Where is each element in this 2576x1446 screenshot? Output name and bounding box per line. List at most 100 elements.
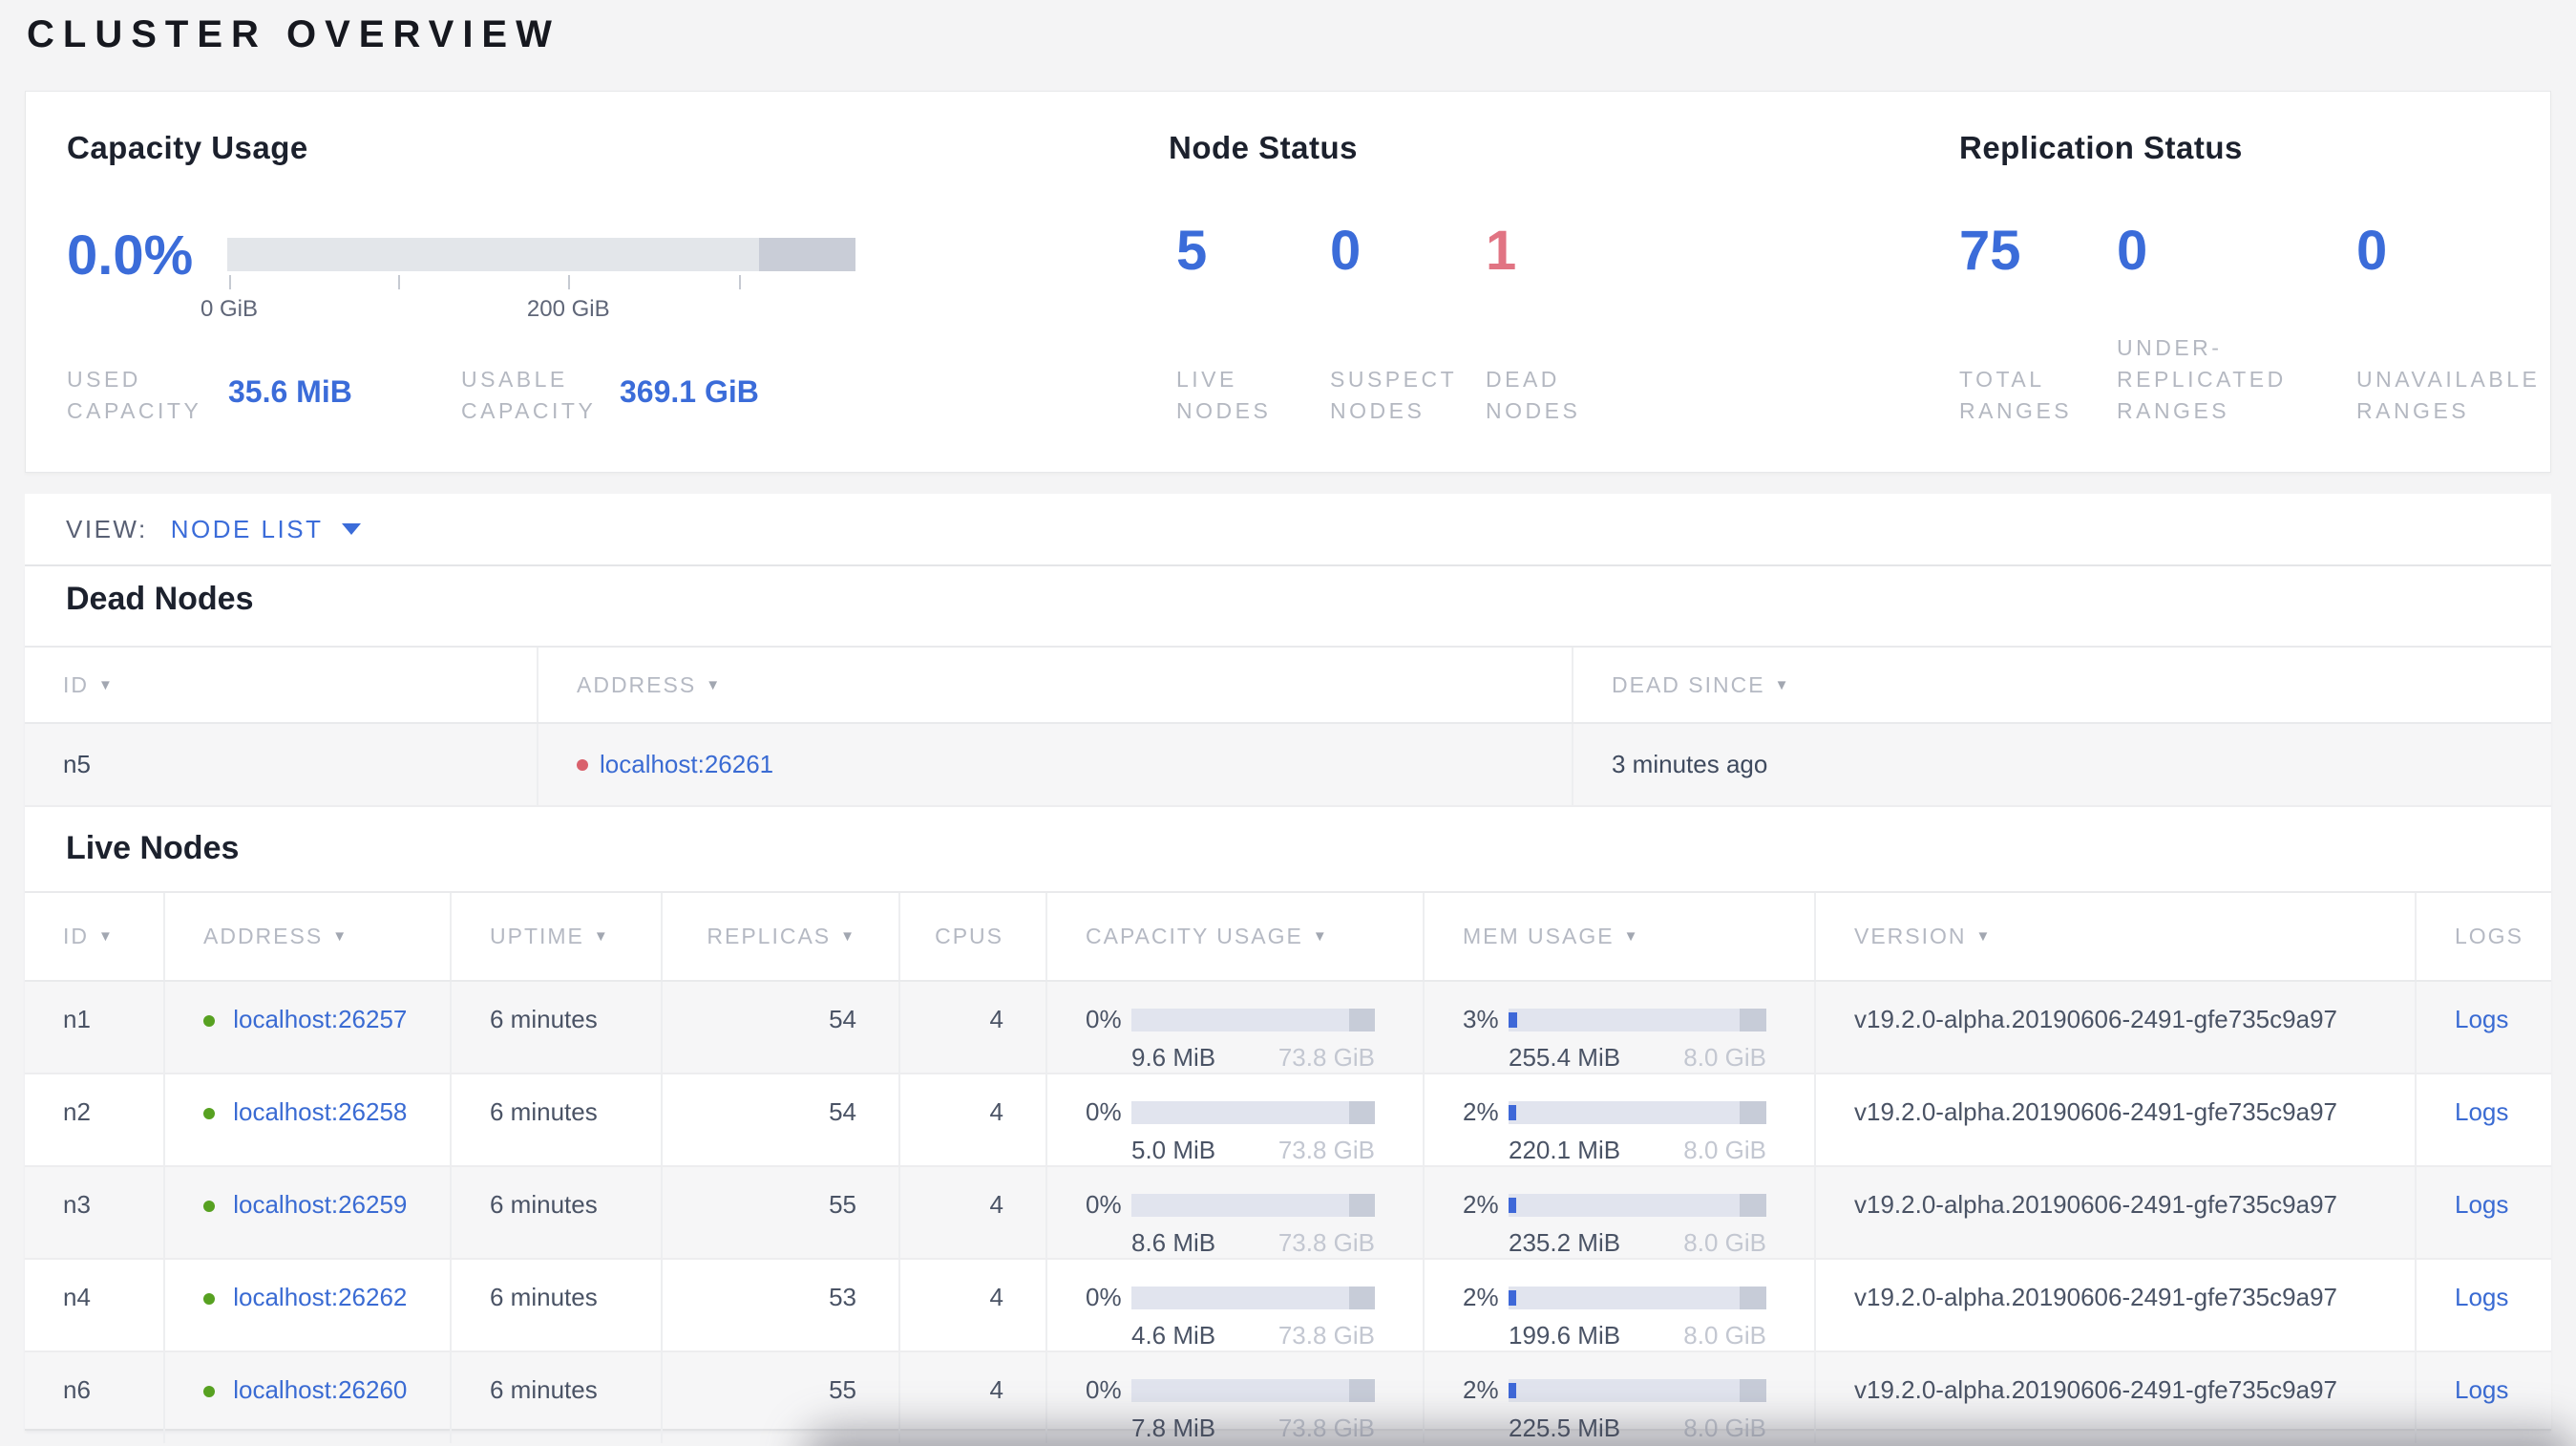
bar-fill <box>1509 1197 1517 1213</box>
uptime-cell: 6 minutes <box>452 1260 663 1350</box>
column-header-id[interactable]: ID <box>25 893 165 980</box>
replicas-cell: 55 <box>663 1167 900 1258</box>
replicas-cell: 53 <box>663 1260 900 1350</box>
suspect-nodes-count: 0 <box>1330 220 1362 282</box>
mem-usage-bar <box>1509 1286 1766 1309</box>
mem-usage-bar <box>1509 1193 1766 1217</box>
mem-percent-value: 2% <box>1463 1283 1499 1311</box>
summary-card: Capacity Usage 0.0% 0 GiB 200 GiB USED C… <box>25 91 2551 473</box>
column-header-address[interactable]: ADDRESS <box>165 893 452 980</box>
node-address-cell: localhost:26258 <box>165 1074 452 1165</box>
node-address-link[interactable]: localhost:26260 <box>233 1375 407 1404</box>
below-fold-shadow <box>802 1429 2576 1446</box>
node-address-cell: localhost:26260 <box>165 1352 452 1443</box>
column-header-mem-usage[interactable]: MEM USAGE <box>1425 893 1816 980</box>
node-address-cell: localhost:26259 <box>165 1167 452 1258</box>
uptime-cell: 6 minutes <box>452 1352 663 1443</box>
mem-used-value: 255.4 MiB <box>1509 1043 1621 1072</box>
view-selector-dropdown[interactable]: NODE LIST <box>171 515 362 544</box>
capacity-percent-value: 0% <box>1086 1190 1122 1219</box>
cluster-overview-page: CLUSTER OVERVIEW Capacity Usage 0.0% 0 G… <box>0 0 2576 1446</box>
table-row: n2 localhost:26258 6 minutes 54 4 0% 5.0… <box>25 1074 2551 1167</box>
column-header-dead-since[interactable]: DEAD SINCE <box>1573 648 2551 722</box>
column-header-replicas[interactable]: REPLICAS <box>663 893 900 980</box>
live-nodes-count: 5 <box>1176 220 1208 282</box>
logs-cell: Logs <box>2417 1260 2551 1350</box>
bar-end-segment <box>1349 1100 1375 1124</box>
unavailable-ranges-label: UNAVAILABLE RANGES <box>2356 367 2541 423</box>
bar-end-segment <box>1739 1286 1766 1309</box>
capacity-usage-cell: 0% 5.0 MiB 73.8 GiB <box>1047 1074 1425 1165</box>
dead-nodes-count: 1 <box>1486 220 1517 282</box>
logs-link[interactable]: Logs <box>2455 1190 2508 1219</box>
mem-usage-cell: 2% 199.6 MiB 8.0 GiB <box>1425 1260 1816 1350</box>
capacity-usage-cell: 0% 4.6 MiB 73.8 GiB <box>1047 1260 1425 1350</box>
node-address-link[interactable]: localhost:26258 <box>233 1097 407 1126</box>
mem-used-value: 220.1 MiB <box>1509 1136 1621 1164</box>
capacity-usage-title: Capacity Usage <box>67 130 308 165</box>
view-bar: VIEW: NODE LIST <box>25 494 2551 566</box>
mem-percent-value: 3% <box>1463 1005 1499 1033</box>
mem-percent-value: 2% <box>1463 1190 1499 1219</box>
suspect-nodes-label: SUSPECT NODES <box>1330 367 1458 423</box>
sort-desc-icon <box>1624 928 1640 945</box>
capacity-total-value: 73.8 GiB <box>1277 1321 1375 1350</box>
node-address-link[interactable]: localhost:26257 <box>233 1005 407 1033</box>
table-row: n6 localhost:26260 6 minutes 55 4 0% 7.8… <box>25 1352 2551 1443</box>
logs-link[interactable]: Logs <box>2455 1283 2508 1311</box>
node-address-link[interactable]: localhost:26259 <box>233 1190 407 1219</box>
table-row: n1 localhost:26257 6 minutes 54 4 0% 9.6… <box>25 982 2551 1074</box>
live-nodes-label: LIVE NODES <box>1176 367 1272 423</box>
usable-capacity-label: USABLE CAPACITY <box>461 367 597 423</box>
column-header-version[interactable]: VERSION <box>1816 893 2417 980</box>
cpus-cell: 4 <box>900 1167 1047 1258</box>
mem-total-value: 8.0 GiB <box>1683 1228 1766 1257</box>
logs-link[interactable]: Logs <box>2455 1005 2508 1033</box>
view-label: VIEW: <box>66 514 148 543</box>
replicas-cell: 54 <box>663 1074 900 1165</box>
logs-link[interactable]: Logs <box>2455 1097 2508 1126</box>
live-status-icon <box>203 1386 215 1398</box>
capacity-usage-bar <box>1131 1008 1375 1031</box>
node-address-link[interactable]: localhost:26261 <box>600 750 773 779</box>
capacity-used-value: 4.6 MiB <box>1131 1321 1216 1350</box>
mem-total-value: 8.0 GiB <box>1683 1321 1766 1350</box>
dead-nodes-label: DEAD NODES <box>1486 367 1581 423</box>
column-header-uptime[interactable]: UPTIME <box>452 893 663 980</box>
sort-desc-icon <box>594 928 610 945</box>
sort-desc-icon <box>332 928 348 945</box>
node-id-cell: n3 <box>25 1167 165 1258</box>
used-capacity-value: 35.6 MiB <box>228 374 352 409</box>
column-header-address[interactable]: ADDRESS <box>538 648 1573 722</box>
mem-total-value: 8.0 GiB <box>1683 1136 1766 1164</box>
under-replicated-ranges-count: 0 <box>2117 220 2148 282</box>
sort-desc-icon <box>98 928 115 945</box>
bar-fill <box>1509 1289 1517 1306</box>
logs-cell: Logs <box>2417 1074 2551 1165</box>
capacity-usage-bar <box>1131 1100 1375 1124</box>
capacity-total-value: 73.8 GiB <box>1277 1136 1375 1164</box>
capacity-usage-cell: 0% 8.6 MiB 73.8 GiB <box>1047 1167 1425 1258</box>
node-id-cell: n4 <box>25 1260 165 1350</box>
mem-usage-bar <box>1509 1008 1766 1031</box>
replicas-cell: 54 <box>663 982 900 1073</box>
sort-desc-icon <box>840 928 856 945</box>
live-status-icon <box>203 1108 215 1120</box>
node-list-sheet: Dead Nodes ID ADDRESS DEAD SINCE n5 loca… <box>25 566 2551 1443</box>
total-ranges-label: TOTAL RANGES <box>1959 367 2073 423</box>
node-address-link[interactable]: localhost:26262 <box>233 1283 407 1311</box>
node-status-title: Node Status <box>1169 130 1359 165</box>
logs-link[interactable]: Logs <box>2455 1375 2508 1404</box>
column-header-cpus: CPUS <box>900 893 1047 980</box>
mem-used-value: 199.6 MiB <box>1509 1321 1621 1350</box>
under-replicated-ranges-label: UNDER- REPLICATED RANGES <box>2117 335 2287 423</box>
table-row: n3 localhost:26259 6 minutes 55 4 0% 8.6… <box>25 1167 2551 1260</box>
capacity-usage-bar <box>1131 1193 1375 1217</box>
capacity-percent: 0.0% <box>67 224 194 287</box>
live-nodes-heading: Live Nodes <box>66 830 240 866</box>
bar-end-segment <box>1739 1100 1766 1124</box>
capacity-percent-value: 0% <box>1086 1097 1122 1126</box>
column-header-id[interactable]: ID <box>25 648 538 722</box>
column-header-capacity-usage[interactable]: CAPACITY USAGE <box>1047 893 1425 980</box>
node-address-cell: localhost:26261 <box>538 724 1573 805</box>
